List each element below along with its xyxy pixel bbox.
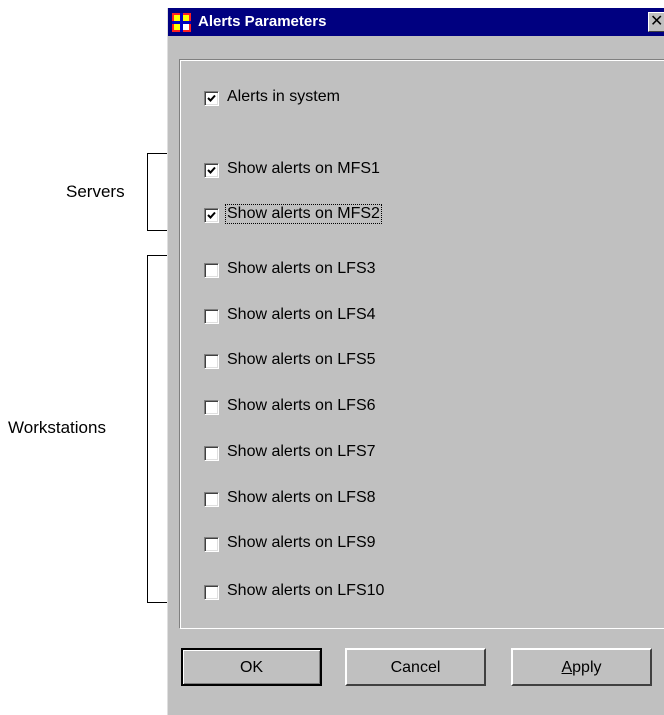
checkbox-label: Show alerts on MFS2 (225, 204, 382, 224)
checkmark-icon (207, 211, 216, 219)
checkbox[interactable] (204, 263, 219, 278)
servers-annotation: Servers (66, 182, 125, 201)
window-title: Alerts Parameters (198, 13, 327, 30)
checkbox-label: Show alerts on LFS4 (227, 306, 376, 323)
checkbox-label: Show alerts on LFS8 (227, 489, 376, 506)
apply-button[interactable]: Apply (511, 648, 652, 686)
checkbox[interactable] (204, 400, 219, 415)
apply-rest-label: pply (572, 659, 602, 676)
workstations-annotation: Workstations (8, 418, 106, 437)
apply-accel-label: A (561, 659, 573, 676)
checkbox[interactable] (204, 163, 219, 178)
checkbox[interactable] (204, 585, 219, 600)
checkbox-label: Show alerts on LFS7 (227, 443, 376, 460)
checkmark-icon (207, 166, 216, 174)
checkbox-label: Show alerts on LFS6 (227, 397, 376, 414)
checkbox-label: Show alerts on LFS10 (227, 582, 385, 599)
alerts-parameters-dialog: Alerts Parameters ✕ Alerts in system Show… (167, 8, 664, 715)
checkbox-label: Show alerts on LFS9 (227, 534, 376, 551)
checkbox-label: Show alerts on LFS3 (227, 260, 376, 277)
close-button[interactable]: ✕ (648, 12, 664, 32)
checkbox[interactable] (204, 446, 219, 461)
checkbox-label: Alerts in system (227, 88, 340, 105)
checkbox[interactable] (204, 492, 219, 507)
checkbox-label: Show alerts on LFS5 (227, 351, 376, 368)
cancel-button[interactable]: Cancel (345, 648, 486, 686)
checkbox-label: Show alerts on MFS1 (227, 160, 380, 177)
checkbox[interactable] (204, 354, 219, 369)
checkbox[interactable] (204, 91, 219, 106)
close-icon: ✕ (650, 13, 664, 30)
checkbox[interactable] (204, 309, 219, 324)
checkbox[interactable] (204, 208, 219, 223)
checkmark-icon (207, 94, 216, 102)
ok-button[interactable]: OK (181, 648, 322, 686)
checkbox[interactable] (204, 537, 219, 552)
title-bar[interactable]: Alerts Parameters ✕ (168, 8, 664, 36)
app-icon (172, 13, 191, 32)
